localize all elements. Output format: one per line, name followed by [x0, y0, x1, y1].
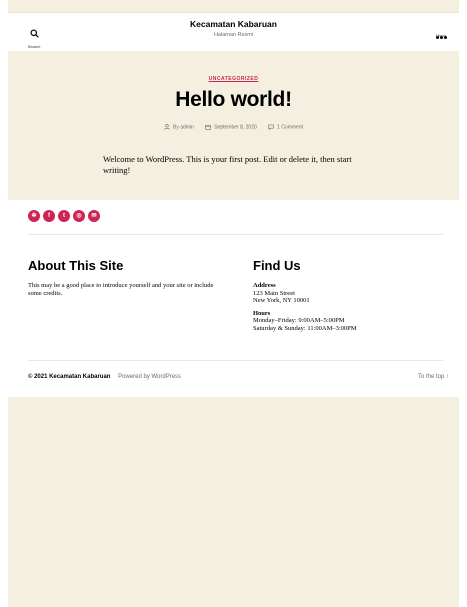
site-branding: Kecamatan Kabaruan Halaman Resmi	[8, 19, 459, 38]
site-header: Search Kecamatan Kabaruan Halaman Resmi …	[8, 12, 459, 51]
yelp-icon[interactable]: ✻	[28, 210, 40, 222]
post-comments[interactable]: 1 Comment	[268, 124, 303, 130]
to-the-top-link[interactable]: To the top ↑	[418, 374, 449, 380]
twitter-icon[interactable]: t	[58, 210, 70, 222]
post-content: Welcome to WordPress. This is your first…	[103, 154, 352, 175]
divider	[28, 360, 443, 361]
post-title[interactable]: Hello world!	[8, 88, 459, 112]
address-label: Address	[253, 282, 276, 289]
instagram-icon[interactable]: ◎	[73, 210, 85, 222]
post-author[interactable]: By admin	[164, 124, 194, 130]
facebook-icon[interactable]: f	[43, 210, 55, 222]
copyright-link[interactable]: © 2021 Kecamatan Kabaruan	[28, 374, 110, 380]
hours-line2: Saturday & Sunday: 11:00AM–3:00PM	[253, 324, 357, 332]
menu-toggle[interactable]: Menu	[429, 26, 453, 39]
powered-by-link[interactable]: Powered by WordPress	[118, 374, 181, 380]
post-category-link[interactable]: UNCATEGORIZED	[8, 76, 459, 82]
menu-label: Menu	[435, 33, 446, 38]
address-line1: 123 Main Street	[253, 289, 295, 297]
search-label: Search	[27, 44, 41, 49]
comment-icon	[268, 124, 274, 131]
hours-label: Hours	[253, 309, 271, 317]
post-date-text: September 8, 2020	[214, 124, 257, 131]
site-description: Halaman Resmi	[213, 32, 254, 38]
address-line2: New York, NY 10001	[253, 297, 310, 304]
post-meta: By admin September 8, 2020 1 Comment	[8, 124, 459, 130]
footer-widgets: ✻ f t ◎ ✉ About This Site This may be a good…	[8, 200, 459, 397]
divider	[28, 234, 443, 235]
post-date[interactable]: September 8, 2020	[205, 124, 257, 130]
page-background: Search Kecamatan Kabaruan Halaman Resmi …	[8, 0, 459, 607]
address-block: Address 123 Main Street New York, NY 100…	[253, 282, 448, 332]
user-icon	[164, 124, 170, 130]
about-title: About This Site	[28, 258, 124, 273]
find-us-widget: Find Us Address 123 Main Street New York…	[253, 258, 448, 332]
site-title[interactable]: Kecamatan Kabaruan	[8, 19, 459, 29]
about-widget: About This Site This may be a good place…	[28, 258, 223, 297]
hours-line1: Monday–Friday: 9:00AM–5:00PM	[253, 317, 345, 324]
site-footer: © 2021 Kecamatan Kabaruan Powered by Wor…	[28, 374, 449, 380]
social-menu: ✻ f t ◎ ✉	[28, 209, 103, 222]
find-us-title: Find Us	[253, 258, 301, 273]
menu-dots-icon	[429, 26, 453, 39]
calendar-icon	[205, 124, 211, 130]
post-author-text: By admin	[173, 124, 194, 131]
post-comments-text: 1 Comment	[277, 124, 303, 131]
email-icon[interactable]: ✉	[88, 210, 100, 222]
about-text: This may be a good place to introduce yo…	[28, 282, 214, 297]
